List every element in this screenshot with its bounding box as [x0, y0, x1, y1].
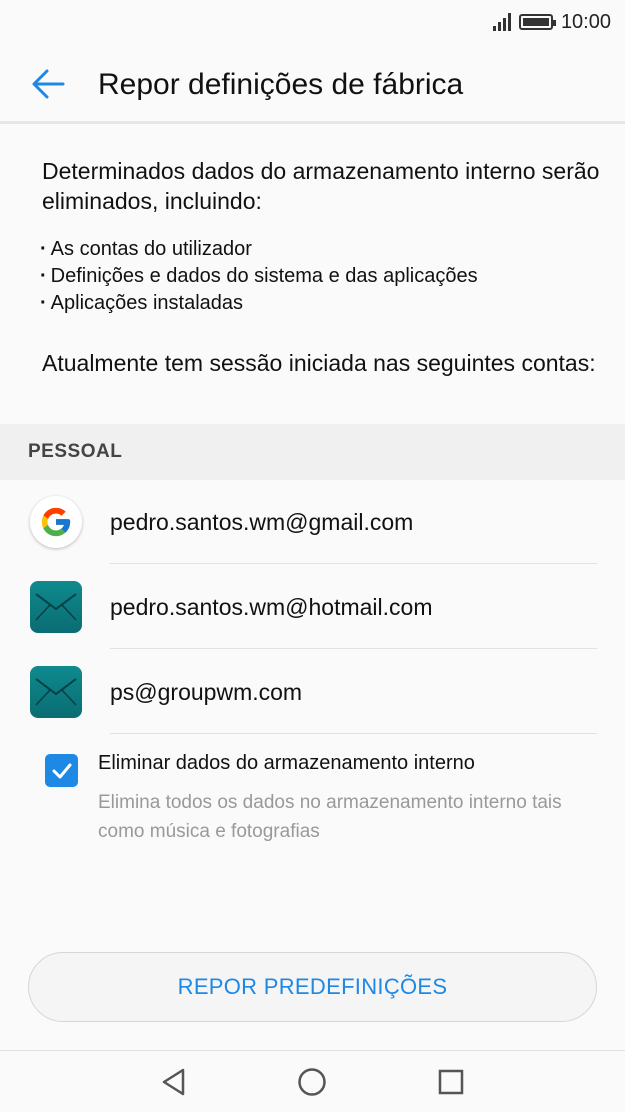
- account-email: pedro.santos.wm@gmail.com: [110, 508, 414, 535]
- erased-items-list: As contas do utilizador Definições e dad…: [40, 236, 478, 317]
- account-email: ps@groupwm.com: [110, 678, 303, 705]
- erase-option-label: Eliminar dados do armazenamento interno: [98, 752, 475, 774]
- list-item: Definições e dados do sistema e das apli…: [40, 263, 478, 290]
- signal-icon: [492, 13, 511, 31]
- page-title: Repor definições de fábrica: [98, 68, 464, 101]
- account-row: pedro.santos.wm@hotmail.com: [0, 565, 625, 649]
- status-bar: 10:00: [0, 0, 625, 44]
- system-nav-bar: [0, 1050, 625, 1112]
- battery-icon: [518, 14, 556, 30]
- reset-description: Determinados dados do armazenamento inte…: [42, 158, 600, 214]
- erase-internal-storage-checkbox[interactable]: [45, 754, 78, 787]
- google-icon: [30, 496, 82, 548]
- checkmark-icon: [52, 763, 71, 778]
- home-circle-icon[interactable]: [295, 1065, 329, 1099]
- app-bar: Repor definições de fábrica: [0, 44, 625, 124]
- mail-icon: [30, 581, 82, 633]
- divider: [110, 733, 597, 734]
- arrow-left-icon[interactable]: [30, 66, 66, 102]
- recents-square-icon[interactable]: [434, 1065, 468, 1099]
- back-triangle-icon[interactable]: [157, 1065, 191, 1099]
- erase-option-sublabel: Elimina todos os dados no armazenamento …: [98, 792, 562, 842]
- mail-icon: [30, 666, 82, 718]
- session-text: Atualmente tem sessão iniciada nas segui…: [42, 350, 596, 376]
- list-item: Aplicações instaladas: [40, 290, 478, 317]
- divider: [110, 648, 597, 649]
- account-row: ps@groupwm.com: [0, 650, 625, 734]
- reset-defaults-button[interactable]: REPOR PREDEFINIÇÕES: [28, 952, 597, 1022]
- status-time: 10:00: [560, 10, 611, 33]
- list-item: As contas do utilizador: [40, 236, 478, 263]
- account-row: pedro.santos.wm@gmail.com: [0, 480, 625, 564]
- account-email: pedro.santos.wm@hotmail.com: [110, 593, 433, 620]
- erase-internal-storage-option[interactable]: Eliminar dados do armazenamento interno …: [0, 744, 625, 854]
- section-header-personal: PESSOAL: [0, 424, 625, 480]
- divider: [110, 563, 597, 564]
